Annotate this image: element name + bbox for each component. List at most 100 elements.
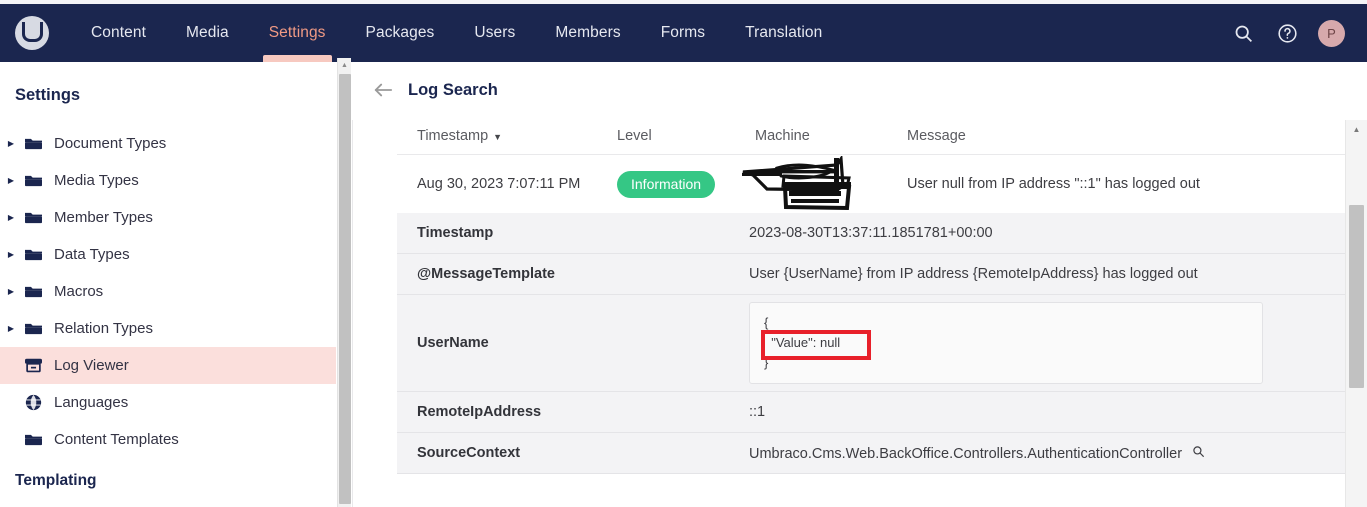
expand-caret-icon[interactable]: ▶ [2, 139, 20, 148]
sidebar-item-media-types[interactable]: ▶ Media Types [0, 162, 336, 199]
expand-caret-icon[interactable]: ▶ [2, 287, 20, 296]
sort-caret-icon[interactable]: ▼ [493, 132, 502, 142]
nav-item-settings[interactable]: Settings [249, 4, 346, 62]
archive-icon [20, 358, 46, 373]
sidebar-item-document-types[interactable]: ▶ Document Types [0, 125, 336, 162]
folder-icon [20, 211, 46, 225]
nav-item-packages[interactable]: Packages [346, 4, 455, 62]
folder-icon [20, 285, 46, 299]
cell-message: User null from IP address "::1" has logg… [907, 176, 1200, 192]
nav-label: Forms [660, 24, 706, 41]
sidebar-item-macros[interactable]: ▶ Macros [0, 273, 336, 310]
avatar[interactable]: P [1318, 19, 1345, 47]
sidebar-item-label: Content Templates [54, 431, 179, 448]
settings-tree: ▶ Document Types ▶ Media Types ▶ Member … [0, 125, 336, 458]
folder-icon [20, 248, 46, 262]
log-table-header: Timestamp ▼ Level Machine Message [397, 118, 1352, 155]
detail-key: @MessageTemplate [417, 266, 555, 282]
sidebar-item-label: Languages [54, 394, 129, 411]
json-code-block: { "Value": null } [749, 301, 1263, 385]
detail-key: RemoteIpAddress [417, 404, 542, 420]
folder-icon [20, 174, 46, 188]
column-header-message[interactable]: Message [907, 128, 1352, 144]
main-scrollbar-thumb[interactable] [1349, 205, 1364, 388]
page-title: Log Search [408, 80, 498, 99]
column-label: Timestamp [417, 128, 489, 144]
expand-caret-icon[interactable]: ▶ [2, 213, 20, 222]
sidebar-item-data-types[interactable]: ▶ Data Types [0, 236, 336, 273]
detail-value: 2023-08-30T13:37:11.1851781+00:00 [749, 225, 993, 241]
detail-key: Timestamp [417, 225, 494, 241]
code-line: { [764, 314, 769, 330]
scroll-up-arrow-icon[interactable]: ▲ [338, 58, 351, 72]
sidebar-item-label: Data Types [54, 246, 130, 263]
column-header-timestamp[interactable]: Timestamp ▼ [397, 128, 617, 144]
table-row[interactable]: Aug 30, 2023 7:07:11 PM Information User… [397, 155, 1352, 213]
settings-sidebar: Settings ▶ Document Types ▶ Media Types … [0, 62, 336, 507]
detail-row-remote-ip-address: RemoteIpAddress ::1 [397, 392, 1352, 433]
sidebar-item-relation-types[interactable]: ▶ Relation Types [0, 310, 336, 347]
main-header: Log Search [352, 62, 1367, 118]
nav-item-translation[interactable]: Translation [725, 4, 842, 62]
umbraco-logo-icon[interactable] [15, 16, 49, 50]
detail-value-text: Umbraco.Cms.Web.BackOffice.Controllers.A… [749, 445, 1183, 462]
detail-row-timestamp: Timestamp 2023-08-30T13:37:11.1851781+00… [397, 213, 1352, 254]
expand-caret-icon[interactable]: ▶ [2, 324, 20, 333]
top-nav-actions: P [1230, 19, 1367, 47]
detail-row-message-template: @MessageTemplate User {UserName} from IP… [397, 254, 1352, 295]
panel-divider [352, 120, 353, 507]
sidebar-item-label: Member Types [54, 209, 153, 226]
sidebar-item-label: Document Types [54, 135, 167, 152]
search-icon[interactable] [1188, 445, 1205, 462]
cell-machine [742, 155, 907, 213]
nav-item-users[interactable]: Users [454, 4, 535, 62]
expand-caret-icon[interactable]: ▶ [2, 250, 20, 259]
sidebar-item-label: Macros [54, 283, 104, 300]
code-line: } [764, 355, 769, 371]
nav-item-media[interactable]: Media [166, 4, 249, 62]
detail-key: UserName [417, 335, 489, 351]
detail-row-source-context: SourceContext Umbraco.Cms.Web.BackOffice… [397, 433, 1352, 474]
umbraco-backoffice: Content Media Settings Packages Users Me… [0, 0, 1367, 507]
column-header-level[interactable]: Level [617, 128, 755, 144]
back-arrow-icon[interactable] [372, 79, 394, 101]
help-circle-icon[interactable] [1274, 20, 1300, 46]
nav-label: Members [555, 24, 621, 41]
main-scrollbar[interactable]: ▲ [1345, 120, 1367, 507]
cell-timestamp: Aug 30, 2023 7:07:11 PM [417, 176, 581, 192]
folder-icon [20, 137, 46, 151]
sidebar-section-templating: Templating [15, 472, 97, 489]
nav-item-content[interactable]: Content [71, 4, 166, 62]
detail-value: Umbraco.Cms.Web.BackOffice.Controllers.A… [749, 445, 1352, 462]
nav-item-members[interactable]: Members [535, 4, 640, 62]
nav-label: Media [186, 24, 229, 41]
column-header-machine[interactable]: Machine [755, 128, 907, 144]
sidebar-item-content-templates[interactable]: ▶ Content Templates [0, 421, 336, 458]
detail-value: User {UserName} from IP address {RemoteI… [749, 266, 1198, 282]
search-icon[interactable] [1230, 20, 1256, 46]
top-navigation: Content Media Settings Packages Users Me… [0, 4, 1367, 62]
sidebar-title: Settings [15, 86, 81, 104]
sidebar-item-log-viewer[interactable]: ▶ Log Viewer [0, 347, 336, 384]
redaction-scribble-annotation [742, 156, 852, 211]
globe-icon [20, 394, 46, 411]
expand-caret-icon[interactable]: ▶ [2, 176, 20, 185]
scroll-up-arrow-icon[interactable]: ▲ [1346, 120, 1367, 138]
status-badge: Information [617, 170, 716, 198]
cell-level: Information [617, 170, 755, 198]
detail-row-username: UserName { "Value": null } [397, 295, 1352, 392]
sidebar-scrollbar-thumb[interactable] [339, 74, 351, 504]
nav-label: Translation [745, 24, 823, 41]
sidebar-item-member-types[interactable]: ▶ Member Types [0, 199, 336, 236]
sidebar-item-languages[interactable]: ▶ Languages [0, 384, 336, 421]
code-line: "Value": null [764, 334, 841, 350]
sidebar-item-label: Relation Types [54, 320, 153, 337]
folder-icon [20, 322, 46, 336]
nav-label: Users [474, 24, 516, 41]
detail-value: { "Value": null } [749, 301, 1352, 385]
sidebar-scrollbar[interactable]: ▲ [337, 58, 351, 507]
sidebar-item-label: Media Types [54, 172, 139, 189]
detail-key: SourceContext [417, 445, 521, 461]
nav-item-forms[interactable]: Forms [641, 4, 725, 62]
detail-value: ::1 [749, 404, 766, 420]
